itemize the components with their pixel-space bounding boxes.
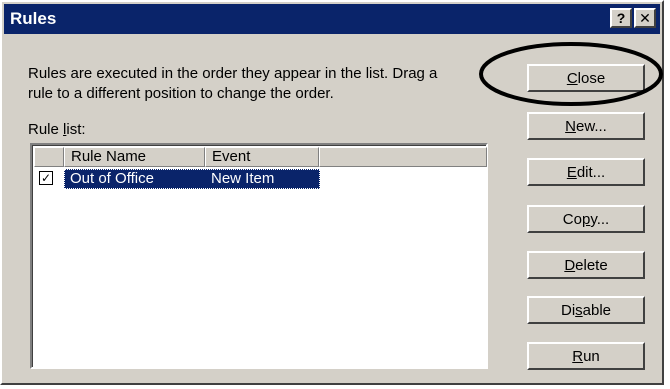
rule-list-label: Rule list: — [28, 121, 86, 138]
dialog-title: Rules — [10, 9, 57, 28]
delete-button[interactable]: Delete — [527, 251, 645, 279]
description-text: Rules are executed in the order they app… — [28, 64, 498, 104]
rule-row-selection[interactable]: Out of Office New Item — [64, 169, 320, 189]
edit-button[interactable]: Edit... — [527, 158, 645, 186]
close-icon: ✕ — [639, 10, 651, 26]
close-window-button[interactable]: ✕ — [634, 8, 656, 28]
close-button[interactable]: Close — [527, 64, 645, 92]
column-header-rule-name[interactable]: Rule Name — [64, 147, 205, 167]
column-header-event[interactable]: Event — [205, 147, 319, 167]
rule-row[interactable]: ✓ Out of Office New Item — [34, 169, 324, 189]
run-button[interactable]: Run — [527, 342, 645, 370]
help-icon: ? — [616, 10, 626, 26]
disable-button[interactable]: Di s able — [527, 296, 645, 324]
title-bar[interactable]: Rules ? ✕ — [4, 4, 660, 34]
column-header-check[interactable] — [34, 147, 64, 167]
help-button[interactable]: ? — [610, 8, 632, 28]
description-line-1: Rules are executed in the order they app… — [28, 65, 438, 82]
rules-dialog: Rules ? ✕ Rules are executed in the orde… — [0, 0, 664, 385]
new-button[interactable]: New... — [527, 112, 645, 140]
description-line-2: rule to a different position to change t… — [28, 85, 334, 102]
event-cell: New Item — [211, 170, 275, 187]
column-header-filler — [319, 147, 487, 167]
rule-list[interactable]: Rule Name Event ✓ Out of Office New Item — [30, 143, 488, 369]
rule-name-cell: Out of Office — [70, 170, 154, 187]
copy-button[interactable]: Co p y... — [527, 205, 645, 233]
rule-enabled-checkbox[interactable]: ✓ — [39, 171, 53, 185]
